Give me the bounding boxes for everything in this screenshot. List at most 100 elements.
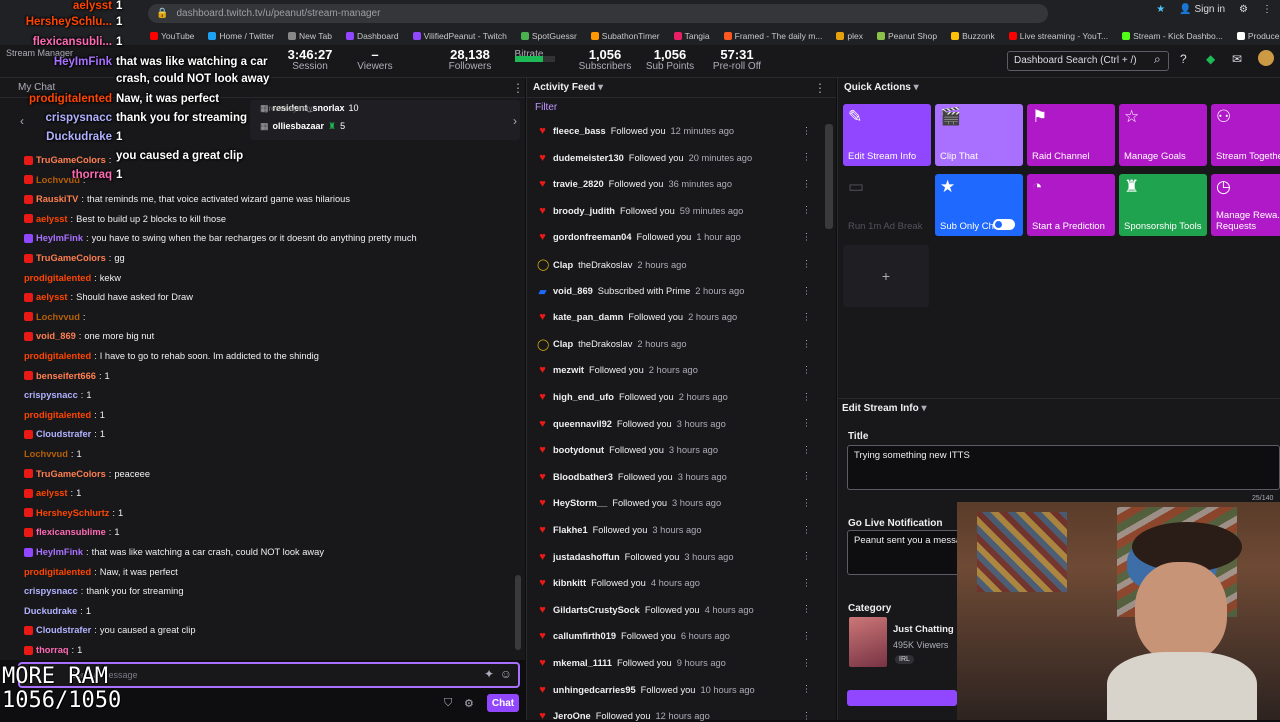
activity-item[interactable]: ♥ mkemal_1111 Followed you 9 hours ago ⋮ bbox=[537, 657, 817, 669]
activity-more-icon[interactable]: ⋮ bbox=[802, 152, 811, 163]
activity-more-icon[interactable]: ⋮ bbox=[802, 259, 811, 270]
activity-item[interactable]: ♥ GildartsCrustySock Followed you 4 hours a… bbox=[537, 604, 817, 616]
chat-message[interactable]: aelysst:1 bbox=[24, 488, 81, 498]
chat-username[interactable]: thorraq bbox=[36, 645, 69, 655]
activity-user[interactable]: Clap bbox=[553, 339, 573, 349]
activity-more-icon[interactable]: ⋮ bbox=[802, 445, 811, 456]
activity-user[interactable]: unhingedcarries95 bbox=[553, 685, 636, 695]
chat-message[interactable]: Cloudstrafer:1 bbox=[24, 429, 105, 439]
activity-item[interactable]: ♥ HeyStorm__ Followed you 3 hours ago ⋮ bbox=[537, 497, 817, 509]
activity-item[interactable]: ♥ broody_judith Followed you 59 minutes ago… bbox=[537, 205, 817, 217]
category-name[interactable]: Just Chatting bbox=[893, 624, 954, 635]
help-icon[interactable]: ? bbox=[1180, 52, 1187, 66]
activity-item[interactable]: ◯ Clap theDrakoslav 2 hours ago ⋮ bbox=[537, 338, 817, 351]
filter-button[interactable]: Filter bbox=[535, 102, 557, 113]
activity-more-icon[interactable]: ⋮ bbox=[802, 498, 811, 509]
activity-user[interactable]: Clap bbox=[553, 260, 573, 270]
chat-more-icon[interactable]: ⋮ bbox=[512, 81, 524, 95]
activity-more-icon[interactable]: ⋮ bbox=[802, 339, 811, 350]
category-tag[interactable]: IRL bbox=[895, 655, 914, 664]
activity-user[interactable]: void_869 bbox=[553, 286, 593, 296]
chat-username[interactable]: Duckudrake bbox=[24, 606, 77, 616]
activity-item[interactable]: ♥ bootydonut Followed you 3 hours ago ⋮ bbox=[537, 444, 817, 456]
activity-more-icon[interactable]: ⋮ bbox=[802, 179, 811, 190]
chat-username[interactable]: prodigitalented bbox=[24, 567, 91, 577]
chat-username[interactable]: flexicansublime bbox=[36, 527, 106, 537]
activity-user[interactable]: HeyStorm__ bbox=[553, 498, 607, 508]
bookmark-item[interactable]: SubathonTimer bbox=[590, 31, 660, 41]
chat-username[interactable]: crispysnacc bbox=[24, 390, 78, 400]
chevron-down-icon[interactable]: ▾ bbox=[598, 82, 603, 93]
activity-item[interactable]: ♥ JeroOne Followed you 12 hours ago ⋮ bbox=[537, 710, 817, 722]
done-button[interactable] bbox=[847, 690, 957, 706]
activity-more-icon[interactable]: ⋮ bbox=[802, 604, 811, 615]
quick-action-sub-only-chat[interactable]: ★ Sub Only Chat bbox=[935, 174, 1023, 236]
chevron-down-icon[interactable]: ▾ bbox=[914, 82, 919, 93]
bookmark-item[interactable]: Home / Twitter bbox=[208, 31, 274, 41]
activity-item[interactable]: ♥ Bloodbather3 Followed you 3 hours ago ⋮ bbox=[537, 471, 817, 483]
bits-icon[interactable]: ✦ bbox=[484, 667, 494, 681]
activity-user[interactable]: broody_judith bbox=[553, 206, 615, 216]
chat-username[interactable]: prodigitalented bbox=[24, 273, 91, 283]
bookmark-item[interactable]: VilifiedPeanut - Twitch bbox=[412, 31, 507, 41]
quick-action-raid-channel[interactable]: ⚑ Raid Channel bbox=[1027, 104, 1115, 166]
bookmark-item[interactable]: Framed - The daily m... bbox=[723, 31, 822, 41]
bookmark-item[interactable]: Producer - X Media St... bbox=[1236, 31, 1280, 41]
chat-username[interactable]: Cloudstrafer bbox=[36, 625, 91, 635]
chat-message[interactable]: flexicansublime:1 bbox=[24, 527, 120, 537]
chat-username[interactable]: Cloudstrafer bbox=[36, 429, 91, 439]
chat-message[interactable]: TruGameColors: gg bbox=[24, 253, 125, 263]
chat-message[interactable]: crispysnacc:1 bbox=[24, 390, 92, 400]
activity-item[interactable]: ♥ high_end_ufo Followed you 2 hours ago ⋮ bbox=[537, 391, 817, 403]
bookmark-item[interactable]: Stream - Kick Dashbo... bbox=[1122, 31, 1223, 41]
activity-user[interactable]: queennavil92 bbox=[553, 419, 612, 429]
activity-more-icon[interactable]: ⋮ bbox=[802, 551, 811, 562]
activity-more-icon[interactable]: ⋮ bbox=[802, 525, 811, 536]
activity-more-icon[interactable]: ⋮ bbox=[802, 658, 811, 669]
extensions-icon[interactable]: ⚙ bbox=[1239, 4, 1248, 15]
chat-message[interactable]: crispysnacc: thank you for streaming bbox=[24, 586, 184, 596]
chat-message[interactable]: Cloudstrafer: you caused a great clip bbox=[24, 625, 196, 635]
chat-username[interactable]: TruGameColors bbox=[36, 155, 106, 165]
chat-username[interactable]: HeyImFink bbox=[36, 547, 83, 557]
live-icon[interactable]: ◆ bbox=[1206, 52, 1215, 66]
activity-user[interactable]: Bloodbather3 bbox=[553, 472, 613, 482]
activity-item[interactable]: ♥ travie_2820 Followed you 36 minutes ago ⋮ bbox=[537, 178, 817, 190]
quick-action-run-1m-ad-break[interactable]: ▭ Run 1m Ad Break bbox=[843, 174, 931, 236]
bookmark-item[interactable]: Dashboard bbox=[345, 31, 399, 41]
chat-username[interactable]: benseifert666 bbox=[36, 371, 96, 381]
activity-item[interactable]: ▰ void_869 Subscribed with Prime 2 hours ag… bbox=[537, 285, 817, 298]
activity-item[interactable]: ♥ mezwit Followed you 2 hours ago ⋮ bbox=[537, 364, 817, 376]
bookmark-item[interactable]: YouTube bbox=[150, 31, 194, 41]
chat-message[interactable]: RauskiTV: that reminds me, that voice act… bbox=[24, 194, 350, 204]
activity-user[interactable]: high_end_ufo bbox=[553, 392, 614, 402]
chat-message[interactable]: benseifert666:1 bbox=[24, 371, 110, 381]
activity-more-icon[interactable]: ⋮ bbox=[802, 684, 811, 695]
chat-scrollbar[interactable] bbox=[515, 575, 521, 650]
chat-username[interactable]: HeyImFink bbox=[36, 233, 83, 243]
activity-more-icon[interactable]: ⋮ bbox=[802, 471, 811, 482]
bookmark-item[interactable]: SpotGuessr bbox=[520, 31, 577, 41]
chat-message[interactable]: aelysst: Best to build up 2 blocks to kil… bbox=[24, 214, 226, 224]
activity-item[interactable]: ♥ callumfirth019 Followed you 6 hours ago ⋮ bbox=[537, 630, 817, 642]
avatar[interactable] bbox=[1258, 50, 1274, 66]
menu-icon[interactable]: ⋮ bbox=[1262, 4, 1272, 15]
chat-message[interactable]: HeyImFink: that was like watching a car c… bbox=[24, 547, 324, 557]
bookmark-item[interactable]: Tangia bbox=[673, 31, 710, 41]
chevron-down-icon[interactable]: ▾ bbox=[921, 403, 926, 414]
chat-message[interactable]: void_869: one more big nut bbox=[24, 331, 154, 341]
activity-user[interactable]: mkemal_1111 bbox=[553, 658, 612, 668]
activity-more-icon[interactable]: ⋮ bbox=[802, 711, 811, 722]
activity-user[interactable]: kate_pan_damn bbox=[553, 312, 623, 322]
activity-item[interactable]: ♥ dudemeister130 Followed you 20 minutes ag… bbox=[537, 152, 817, 164]
activity-user[interactable]: Flakhe1 bbox=[553, 525, 588, 535]
chat-username[interactable]: Lochvvud bbox=[36, 312, 80, 322]
chat-username[interactable]: aelysst bbox=[36, 214, 68, 224]
activity-item[interactable]: ♥ kibnkitt Followed you 4 hours ago ⋮ bbox=[537, 577, 817, 589]
activity-user[interactable]: justadashoffun bbox=[553, 552, 620, 562]
activity-more-icon[interactable]: ⋮ bbox=[802, 578, 811, 589]
settings-gear-icon[interactable]: ⚙ bbox=[464, 697, 474, 710]
search-icon[interactable]: ⌕ bbox=[1154, 52, 1161, 67]
activity-more-icon[interactable]: ⋮ bbox=[802, 392, 811, 403]
chat-message[interactable]: Duckudrake:1 bbox=[24, 606, 91, 616]
